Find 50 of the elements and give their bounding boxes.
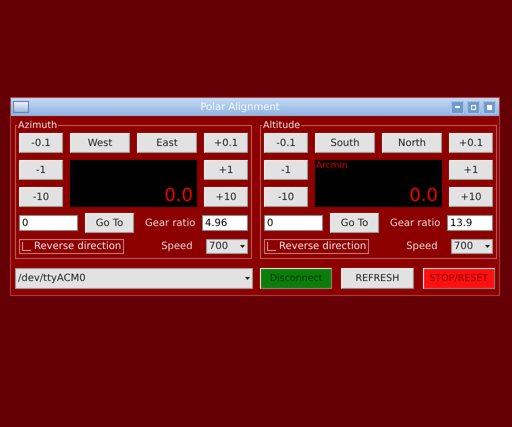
reverse-checkbox[interactable]: Reverse direction (264, 239, 370, 254)
step-button[interactable]: -10 (19, 187, 63, 207)
speed-label: Speed (161, 241, 193, 252)
caret-icon (240, 245, 245, 248)
step-button[interactable]: -10 (264, 187, 308, 207)
minimize-icon (455, 106, 460, 108)
window-title: Polar Alignment (199, 102, 281, 112)
gear-ratio-label: Gear ratio (390, 218, 440, 228)
goto-field[interactable]: 0 (264, 215, 323, 231)
caret-icon (485, 245, 490, 248)
panel-title: Azimuth (17, 120, 58, 131)
step-button[interactable]: +0.1 (204, 133, 248, 153)
value-readout: 0.0 (409, 185, 438, 206)
direction-button[interactable]: North (382, 133, 442, 153)
value-readout: 0.0 (164, 185, 193, 206)
step-button[interactable]: +0.1 (449, 133, 493, 153)
reverse-label: Reverse direction (34, 241, 122, 252)
speed-select[interactable]: 700 (451, 239, 493, 254)
gear-ratio-field[interactable]: 13.9 (447, 215, 493, 231)
direction-button[interactable]: East (137, 133, 197, 153)
minimize-button[interactable] (451, 100, 464, 114)
step-button[interactable]: -1 (19, 160, 63, 180)
step-button[interactable]: +1 (449, 160, 493, 180)
window-icon (13, 101, 29, 113)
panel-title: Altitude (262, 120, 302, 131)
gear-ratio-label: Gear ratio (145, 218, 196, 228)
step-button[interactable]: +10 (204, 187, 248, 207)
direction-button[interactable]: West (70, 133, 130, 153)
caret-icon (244, 277, 250, 280)
close-icon (487, 104, 492, 110)
speed-label: Speed (406, 241, 438, 252)
step-button[interactable]: -1 (264, 160, 308, 180)
goto-button[interactable]: Go To (85, 213, 134, 233)
close-button[interactable] (483, 100, 496, 114)
port-select[interactable]: /dev/ttyACM0 (15, 268, 253, 289)
maximize-icon (471, 104, 476, 110)
reverse-checkbox[interactable]: Reverse direction (19, 239, 124, 254)
reverse-label: Reverse direction (279, 241, 366, 252)
goto-button[interactable]: Go To (330, 213, 379, 233)
step-button[interactable]: -0.1 (264, 133, 308, 153)
goto-field[interactable]: 0 (19, 215, 78, 231)
step-button[interactable]: -0.1 (19, 133, 63, 153)
step-button[interactable]: +10 (449, 187, 493, 207)
direction-button[interactable]: South (315, 133, 375, 153)
maximize-button[interactable] (467, 100, 480, 114)
unit-label: Arcmin (316, 161, 348, 171)
step-button[interactable]: +1 (204, 160, 248, 180)
action-button[interactable]: REFRESH (341, 268, 414, 289)
speed-select[interactable]: 700 (206, 239, 248, 254)
gear-ratio-field[interactable]: 4.96 (202, 215, 248, 231)
